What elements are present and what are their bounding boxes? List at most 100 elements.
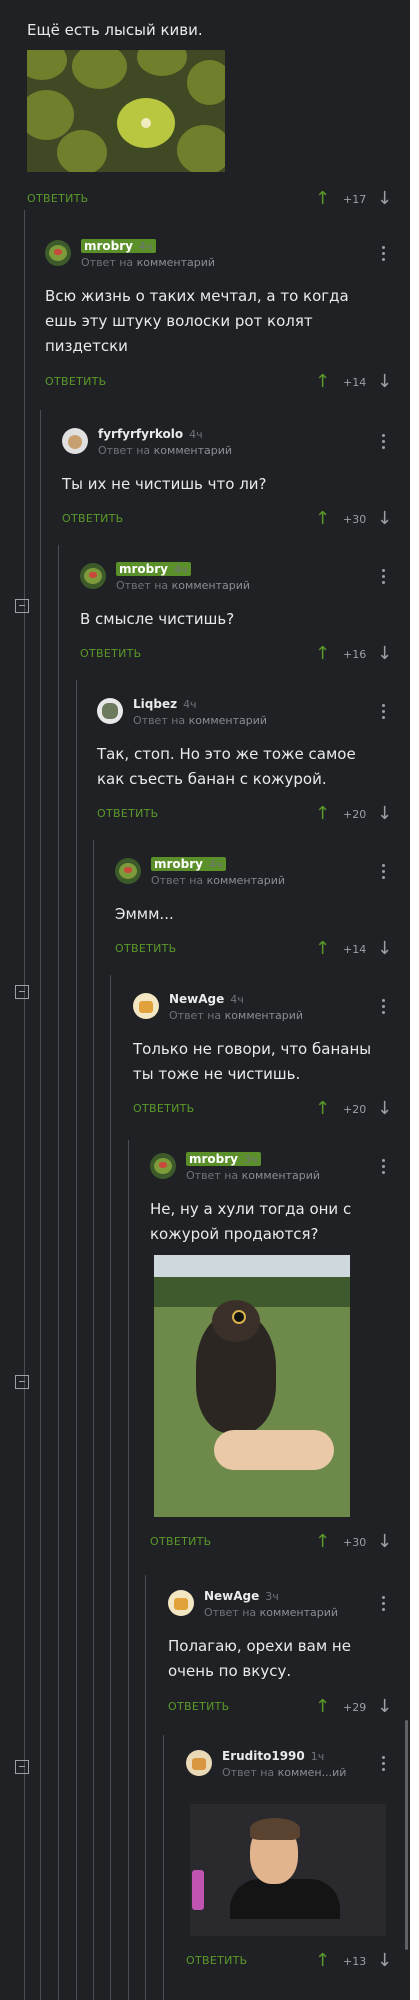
- comment-text: Полагаю, орехи вам не очень по вкусу.: [168, 1637, 351, 1680]
- arrow-up-icon[interactable]: ↑: [315, 371, 330, 392]
- kebab-menu-icon[interactable]: [382, 246, 386, 264]
- comment-text: В смысле чистишь?: [80, 610, 235, 628]
- comment-text: Ты их не чистишь что ли?: [62, 475, 267, 493]
- avatar[interactable]: [115, 858, 141, 884]
- arrow-up-icon[interactable]: ↑: [315, 938, 330, 959]
- reply-button[interactable]: ОТВЕТИТЬ: [27, 192, 89, 205]
- avatar[interactable]: [62, 428, 88, 454]
- comment: NewAge 4ч Ответ на комментарий Только не …: [133, 992, 400, 1133]
- kebab-menu-icon[interactable]: [382, 1756, 386, 1774]
- username[interactable]: mrobry 4ч: [116, 562, 191, 576]
- reply-to-link[interactable]: комментарий: [242, 1169, 320, 1182]
- bird-photo[interactable]: [154, 1255, 350, 1517]
- reply-button[interactable]: ОТВЕТИТЬ: [62, 512, 124, 525]
- reply-to-label: Ответ на комментарий: [98, 444, 233, 457]
- reply-to-link[interactable]: комментарий: [260, 1606, 338, 1619]
- username[interactable]: mrobry 4ч: [151, 857, 226, 871]
- collapse-thread-icon[interactable]: [15, 985, 29, 999]
- reply-button[interactable]: ОТВЕТИТЬ: [97, 807, 159, 820]
- reply-button[interactable]: ОТВЕТИТЬ: [115, 942, 177, 955]
- arrow-down-icon[interactable]: ↓: [377, 1531, 392, 1552]
- reply-button[interactable]: ОТВЕТИТЬ: [80, 647, 142, 660]
- arrow-down-icon[interactable]: ↓: [377, 371, 392, 392]
- reply-to-link[interactable]: комментарий: [189, 714, 267, 727]
- username[interactable]: fyrfyrfyrkolo 4ч: [98, 427, 203, 441]
- arrow-down-icon[interactable]: ↓: [377, 188, 392, 209]
- thread-line: [145, 1575, 146, 2000]
- arrow-up-icon[interactable]: ↑: [315, 1696, 330, 1717]
- avatar[interactable]: [186, 1750, 212, 1776]
- avatar[interactable]: [150, 1153, 176, 1179]
- username[interactable]: Liqbez 4ч: [133, 697, 197, 711]
- arrow-down-icon[interactable]: ↓: [377, 1696, 392, 1717]
- arrow-up-icon[interactable]: ↑: [315, 188, 330, 209]
- reply-to-link[interactable]: коммен...ий: [278, 1766, 347, 1779]
- reply-to-link[interactable]: комментарий: [207, 874, 285, 887]
- kebab-menu-icon[interactable]: [382, 1596, 386, 1614]
- comment: mrobry 3ч Ответ на комментарий Не, ну а х…: [150, 1152, 400, 1563]
- username[interactable]: mrobry 3ч: [186, 1152, 261, 1166]
- collapse-thread-icon[interactable]: [15, 599, 29, 613]
- score: +30: [343, 1536, 367, 1549]
- thread-line: [93, 840, 94, 2000]
- timestamp: 4ч: [174, 563, 188, 576]
- username[interactable]: mrobry 4ч: [81, 239, 156, 253]
- arrow-up-icon[interactable]: ↑: [315, 1950, 330, 1971]
- reply-button[interactable]: ОТВЕТИТЬ: [168, 1700, 230, 1713]
- man-photo[interactable]: [190, 1804, 386, 1936]
- username[interactable]: Erudito1990 1ч: [222, 1749, 324, 1763]
- comment-actions: ОТВЕТИТЬ ↑ +14 ↓: [45, 371, 395, 393]
- kebab-menu-icon[interactable]: [382, 434, 386, 452]
- arrow-down-icon[interactable]: ↓: [377, 643, 392, 664]
- reply-to-link[interactable]: комментарий: [154, 444, 232, 457]
- comment-actions: ОТВЕТИТЬ ↑ +29 ↓: [168, 1696, 397, 1718]
- reply-button[interactable]: ОТВЕТИТЬ: [45, 375, 107, 388]
- thread-line: [110, 975, 111, 2000]
- avatar[interactable]: [168, 1590, 194, 1616]
- comment-text: Не, ну а хули тогда они с кожурой продаю…: [150, 1200, 352, 1243]
- reply-to-label: Ответ на комментарий: [186, 1169, 321, 1182]
- arrow-up-icon[interactable]: ↑: [315, 508, 330, 529]
- avatar[interactable]: [80, 563, 106, 589]
- avatar[interactable]: [45, 240, 71, 266]
- comment-text: Только не говори, что бананы ты тоже не …: [133, 1040, 372, 1083]
- kiwi-photo[interactable]: [27, 50, 225, 172]
- kebab-menu-icon[interactable]: [382, 569, 386, 587]
- arrow-down-icon[interactable]: ↓: [377, 1098, 392, 1119]
- arrow-down-icon[interactable]: ↓: [377, 938, 392, 959]
- comment-text: Ещё есть лысый киви.: [27, 21, 203, 39]
- arrow-down-icon[interactable]: ↓: [377, 803, 392, 824]
- reply-to-label: Ответ на коммен...ий: [222, 1766, 347, 1779]
- kebab-menu-icon[interactable]: [382, 1159, 386, 1177]
- arrow-up-icon[interactable]: ↑: [315, 643, 330, 664]
- username[interactable]: NewAge 3ч: [204, 1589, 279, 1603]
- username[interactable]: NewAge 4ч: [169, 992, 244, 1006]
- collapse-thread-icon[interactable]: [15, 1760, 29, 1774]
- scrollbar[interactable]: [405, 1720, 408, 1950]
- arrow-down-icon[interactable]: ↓: [377, 508, 392, 529]
- reply-button[interactable]: ОТВЕТИТЬ: [150, 1535, 212, 1548]
- kebab-menu-icon[interactable]: [382, 864, 386, 882]
- reply-to-label: Ответ на комментарий: [81, 256, 216, 269]
- comment-text: Всю жизнь о таких мечтал, а то когда ешь…: [45, 287, 349, 355]
- score: +16: [343, 648, 367, 661]
- arrow-up-icon[interactable]: ↑: [315, 803, 330, 824]
- arrow-down-icon[interactable]: ↓: [377, 1950, 392, 1971]
- reply-to-label: Ответ на комментарий: [151, 874, 286, 887]
- comment-actions: ОТВЕТИТЬ ↑ +13 ↓: [186, 1950, 397, 1972]
- reply-button[interactable]: ОТВЕТИТЬ: [133, 1102, 195, 1115]
- reply-to-link[interactable]: комментарий: [172, 579, 250, 592]
- reply-to-link[interactable]: комментарий: [137, 256, 215, 269]
- reply-button[interactable]: ОТВЕТИТЬ: [186, 1954, 248, 1967]
- collapse-thread-icon[interactable]: [15, 1375, 29, 1389]
- avatar[interactable]: [97, 698, 123, 724]
- avatar[interactable]: [133, 993, 159, 1019]
- kebab-menu-icon[interactable]: [382, 704, 386, 722]
- arrow-up-icon[interactable]: ↑: [315, 1098, 330, 1119]
- score: +29: [343, 1701, 367, 1714]
- score: +30: [343, 513, 367, 526]
- kebab-menu-icon[interactable]: [382, 999, 386, 1017]
- arrow-up-icon[interactable]: ↑: [315, 1531, 330, 1552]
- reply-to-link[interactable]: комментарий: [225, 1009, 303, 1022]
- comment: mrobry 4ч Ответ на комментарий Эммм... ОТ…: [115, 857, 400, 968]
